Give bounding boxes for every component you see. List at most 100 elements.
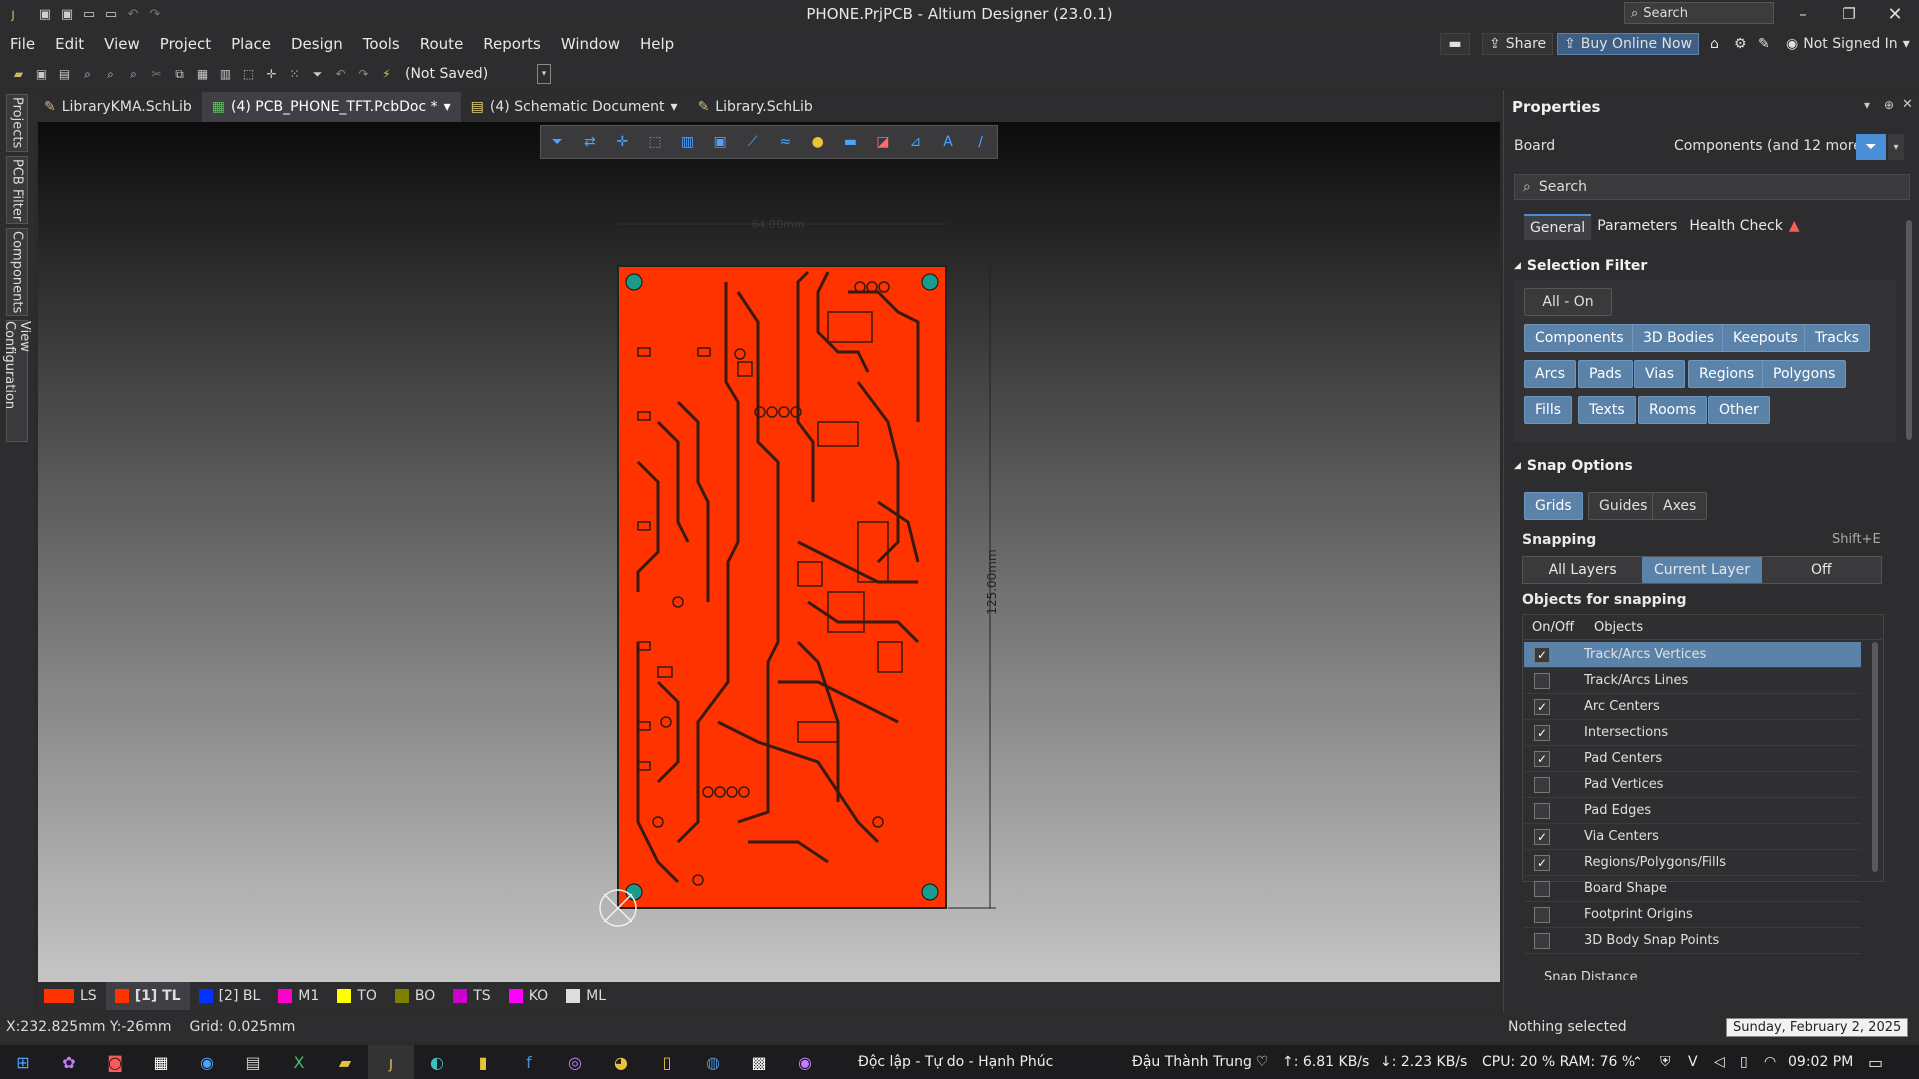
menu-project[interactable]: Project (150, 29, 221, 59)
filter-pads[interactable]: Pads (1578, 360, 1633, 388)
menu-edit[interactable]: Edit (45, 29, 94, 59)
checkbox[interactable]: ✓ (1534, 724, 1550, 741)
doc-tab-schematic[interactable]: ▤ (4) Schematic Document ▾ (461, 92, 688, 122)
filter-texts[interactable]: Texts (1578, 396, 1636, 424)
snap-row-pad-centers[interactable]: ✓ Pad Centers (1524, 746, 1861, 772)
filter-icon[interactable]: ⏷ (1856, 134, 1886, 160)
checkbox[interactable]: ✓ (1534, 854, 1550, 871)
volume-icon[interactable]: ◁ (1714, 1054, 1725, 1070)
tab-general[interactable]: General (1524, 214, 1592, 240)
selection-filter-header[interactable]: ◢ Selection Filter (1514, 258, 1647, 274)
properties-search-input[interactable]: ⌕ Search (1514, 174, 1910, 200)
snap-row-track-arcs-lines[interactable]: Track/Arcs Lines (1524, 668, 1861, 694)
zoom-fit-icon[interactable]: ⌕ (100, 64, 121, 85)
save-icon[interactable]: ▣ (31, 64, 52, 85)
menu-tools[interactable]: Tools (353, 29, 410, 59)
save-all-icon[interactable]: ▣ (56, 3, 78, 25)
polygon-icon[interactable]: ▬ (838, 130, 862, 154)
chevron-down-icon[interactable]: ▾ (444, 99, 451, 115)
doc-tab-library[interactable]: ✎ Library.SchLib (688, 92, 823, 122)
share-button[interactable]: ⇪ Share (1482, 33, 1554, 55)
snap-row-footprint-origins[interactable]: Footprint Origins (1524, 902, 1861, 928)
filter-dropdown[interactable]: ▾ (1888, 134, 1904, 160)
panel-scrollbar[interactable] (1906, 220, 1912, 440)
keepout-icon[interactable]: ◪ (871, 130, 895, 154)
gear-icon[interactable]: ⚙ (1728, 33, 1753, 55)
chevron-up-icon[interactable]: ⌃ (1632, 1055, 1643, 1070)
checkbox[interactable] (1534, 776, 1550, 793)
select-rect-icon[interactable]: ⬚ (643, 130, 667, 154)
copy-icon[interactable]: ⧉ (169, 64, 190, 85)
filter-rooms[interactable]: Rooms (1638, 396, 1708, 424)
snap-row-track-arcs-vertices[interactable]: ✓ Track/Arcs Vertices (1524, 642, 1861, 668)
minimize-button[interactable]: – (1780, 0, 1826, 28)
chat-icon[interactable]: ▬ (1440, 33, 1470, 55)
table-scrollbar[interactable] (1872, 642, 1878, 872)
sticky-notes-icon[interactable]: ▮ (460, 1045, 506, 1079)
layer-bottom[interactable]: [2] BL (190, 982, 270, 1010)
filter-tracks[interactable]: Tracks (1804, 324, 1870, 352)
all-on-button[interactable]: All - On (1524, 288, 1612, 316)
tab-components[interactable]: Components (6, 228, 28, 316)
filter-polygons[interactable]: Polygons (1762, 360, 1847, 388)
tab-health-check[interactable]: Health Check ▲ (1683, 214, 1805, 240)
buy-online-button[interactable]: ⇪ Buy Online Now (1557, 33, 1700, 55)
pin-icon[interactable]: ⊕ (1884, 98, 1894, 112)
chevron-down-icon[interactable]: ▾ (671, 99, 678, 115)
zalo-icon[interactable]: ◉ (184, 1045, 230, 1079)
messenger-icon[interactable]: ◎ (552, 1045, 598, 1079)
filter-other[interactable]: Other (1708, 396, 1770, 424)
capcut-icon[interactable]: ▩ (736, 1045, 782, 1079)
edge-icon[interactable]: ◐ (414, 1045, 460, 1079)
snap-current-layer[interactable]: Current Layer (1642, 557, 1762, 583)
snap-row-board-shape[interactable]: Board Shape (1524, 876, 1861, 902)
redo-icon[interactable]: ↷ (144, 3, 166, 25)
component-icon[interactable]: ▣ (708, 130, 732, 154)
user-menu[interactable]: ◉ Not Signed In ▾ (1780, 33, 1916, 55)
notification-icon[interactable]: ▭ (1868, 1053, 1883, 1072)
filter-icon[interactable]: ⏷ (545, 130, 569, 154)
redo-icon[interactable]: ↷ (353, 64, 374, 85)
menu-design[interactable]: Design (281, 29, 353, 59)
paste-icon[interactable]: ▦ (192, 64, 213, 85)
shazam-icon[interactable]: ◍ (690, 1045, 736, 1079)
snap-grids[interactable]: Grids (1524, 492, 1583, 520)
checkbox[interactable]: ✓ (1534, 646, 1550, 663)
variant-dropdown[interactable]: ▾ (537, 64, 551, 84)
chrome-icon[interactable]: ◕ (598, 1045, 644, 1079)
snap-row-intersections[interactable]: ✓ Intersections (1524, 720, 1861, 746)
snap-all-layers[interactable]: All Layers (1523, 557, 1643, 583)
move-icon[interactable]: ✛ (261, 64, 282, 85)
checkbox[interactable] (1534, 672, 1550, 689)
via-icon[interactable]: ● (806, 130, 830, 154)
checkbox[interactable] (1534, 932, 1550, 949)
cross-probe-icon[interactable]: ⚡ (376, 64, 397, 85)
menu-view[interactable]: View (94, 29, 150, 59)
title-search-input[interactable]: ⌕ Search (1624, 2, 1774, 24)
checkbox[interactable]: ✓ (1534, 698, 1550, 715)
tab-view-configuration[interactable]: View Configuration (2, 320, 32, 442)
menu-place[interactable]: Place (221, 29, 281, 59)
print-preview-icon[interactable]: ▤ (54, 64, 75, 85)
filter-regions[interactable]: Regions (1688, 360, 1766, 388)
restore-button[interactable]: ❐ (1826, 0, 1872, 28)
snap-row-pad-vertices[interactable]: Pad Vertices (1524, 772, 1861, 798)
select-cross-icon[interactable]: ⁙ (284, 64, 305, 85)
layer-m1[interactable]: M1 (269, 982, 328, 1010)
open-icon[interactable]: ▭ (78, 3, 100, 25)
clear-filter-icon[interactable]: ⏷ (307, 64, 328, 85)
shield-icon[interactable]: ⛨ (1660, 1054, 1671, 1070)
checkbox[interactable]: ✓ (1534, 828, 1550, 845)
close-panel-icon[interactable]: ✕ (1902, 97, 1913, 112)
pcb-canvas[interactable]: 64.00mm 125.00mm (38, 122, 1500, 982)
filter-vias[interactable]: Vias (1634, 360, 1686, 388)
home-icon[interactable]: ⌂ (1704, 33, 1725, 55)
facebook-icon[interactable]: f (506, 1045, 552, 1079)
copilot-icon[interactable]: ✿ (46, 1045, 92, 1079)
snap-row-3d-body[interactable]: 3D Body Snap Points (1524, 928, 1861, 954)
filter-keepouts[interactable]: Keepouts (1722, 324, 1809, 352)
undo-icon[interactable]: ↶ (122, 3, 144, 25)
cut-icon[interactable]: ✂ (146, 64, 167, 85)
open-project-icon[interactable]: ▭ (100, 3, 122, 25)
string-icon[interactable]: A (936, 130, 960, 154)
